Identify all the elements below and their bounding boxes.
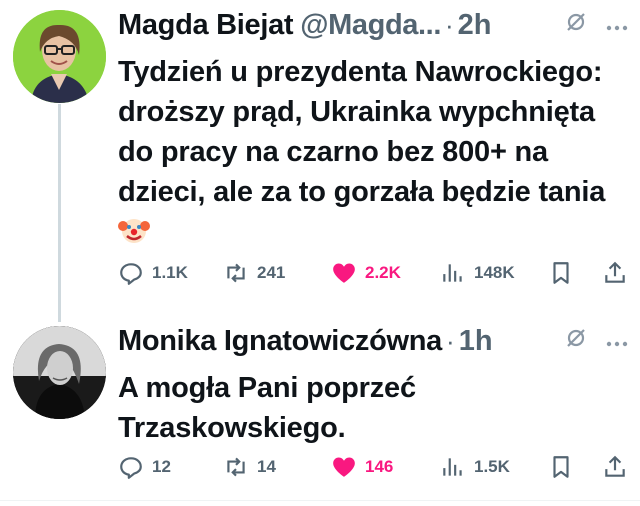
heart-icon [333,457,355,477]
like-count: 146 [365,457,394,476]
reply-count: 12 [152,457,171,476]
reply-count: 1.1K [152,263,188,282]
author-handle[interactable]: @Magda... [300,9,441,42]
heart-icon [333,263,355,283]
views-icon [443,264,462,282]
avatar[interactable] [13,326,106,419]
retweet-count: 14 [257,457,276,476]
tweet-text: A mogła Pani poprzeć Trzaskowskiego. [118,372,416,444]
reply-icon [120,457,142,479]
tweet-actions: 12 14 146 1.5K [118,452,630,482]
bookmark-button[interactable] [548,260,574,286]
reply-icon [120,263,142,285]
like-button[interactable]: 146 [331,454,393,480]
author-name[interactable]: Magda Biejat [118,9,294,42]
views-icon [443,458,462,476]
timestamp[interactable]: 2h [458,9,492,42]
tweet-actions: 1.1K 241 2.2K 148K [118,258,630,288]
tweet-text: Tydzień u prezydenta Nawrockiego: droższ… [118,52,628,252]
more-icon[interactable] [606,14,628,37]
tweet-header: Magda Biejat @Magda... · 2h [118,2,628,48]
clown-face-icon [118,214,150,246]
more-icon[interactable] [606,330,628,353]
author-name[interactable]: Monika Ignatowiczówna [118,325,442,358]
views-button[interactable]: 1.5K [440,454,510,480]
retweet-count: 241 [257,263,286,282]
retweet-icon [227,457,245,477]
bookmark-icon [553,456,569,478]
retweet-icon [227,263,245,283]
like-count: 2.2K [365,263,401,282]
separator: · [444,9,454,40]
bookmark-button[interactable] [548,454,574,480]
views-count: 148K [474,263,515,282]
tweet-header: Monika Ignatowiczówna · 1h [118,318,628,364]
bookmark-icon [553,262,569,284]
separator: · [446,325,455,356]
tweet[interactable]: Monika Ignatowiczówna · 1h A mogła Pani … [0,316,640,486]
share-icon [605,261,625,283]
views-count: 1.5K [474,457,510,476]
like-button[interactable]: 2.2K [331,260,401,286]
views-button[interactable]: 148K [440,260,515,286]
share-button[interactable] [602,454,628,480]
share-button[interactable] [602,260,628,286]
reply-button[interactable]: 1.1K [118,260,188,286]
grok-icon[interactable] [564,10,588,41]
timestamp[interactable]: 1h [459,325,493,358]
divider [0,500,640,501]
retweet-button[interactable]: 241 [223,260,285,286]
retweet-button[interactable]: 14 [223,454,276,480]
share-icon [605,455,625,477]
avatar[interactable] [13,10,106,103]
grok-icon[interactable] [564,326,588,357]
reply-button[interactable]: 12 [118,454,171,480]
tweet[interactable]: Magda Biejat @Magda... · 2h Tydzień u pr… [0,0,640,300]
